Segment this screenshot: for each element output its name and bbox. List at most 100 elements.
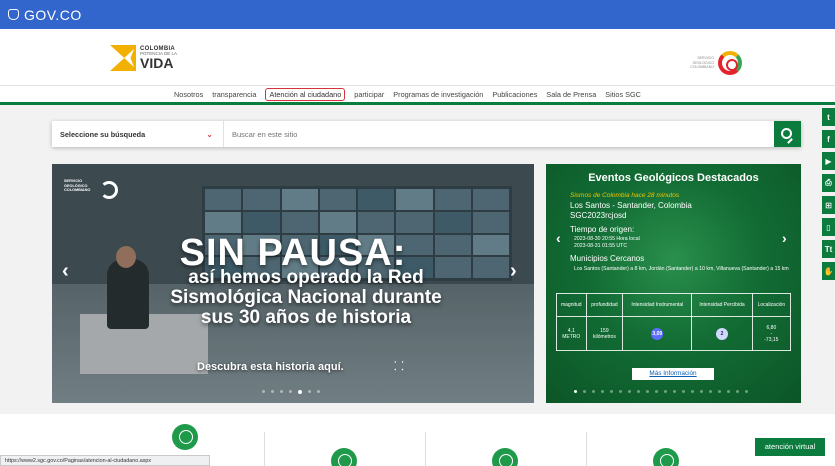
events-dot[interactable] [655,390,658,393]
events-dot[interactable] [583,390,586,393]
events-title: Eventos Geológicos Destacados [588,172,759,184]
social-bar: t f ▶ ⎙ ⊞ ▯ Tt ✋ [822,108,835,284]
print-icon[interactable]: ⎙ [822,174,835,192]
twitter-icon[interactable]: t [822,108,835,126]
event-table: magnitud profundidad Intensidad Instrume… [556,293,792,351]
table-header: Intensidad Instrumental [622,293,693,317]
hero-sgc-logo: SERVICIO GEOLÓGICO COLOMBIANO [64,179,120,199]
hero-dot[interactable] [317,390,320,393]
hero-dot[interactable] [271,390,274,393]
service-icon[interactable] [172,424,198,450]
hero-dot-active[interactable] [298,389,302,394]
document-icon[interactable]: ▯ [822,218,835,236]
nav-item-nosotros[interactable]: Nosotros [174,90,203,99]
hero-carousel[interactable]: SERVICIO GEOLÓGICO COLOMBIANO SIN PAUSA:… [52,164,534,403]
events-dot[interactable] [682,390,685,393]
hero-dot[interactable] [262,390,265,393]
table-header: Intensidad Percibida [691,293,753,317]
colombia-potencia-logo[interactable]: COLOMBIA POTENCIA DE LA VIDA [110,45,177,71]
hero-dot[interactable] [308,390,311,393]
sgc-logo[interactable]: SERVICIO GEOLÓGICO COLOMBIANO [682,51,742,75]
events-panel: Eventos Geológicos Destacados Sismos de … [546,164,801,403]
sitemap-icon[interactable]: ⊞ [822,196,835,214]
service-icon[interactable] [331,448,357,466]
events-dot[interactable] [601,390,604,393]
origin-time-local: 2023-08-30 20:55 Hora local [574,236,640,242]
colombia-logo-icon [110,45,136,71]
events-dot[interactable] [610,390,613,393]
events-dot[interactable] [619,390,622,393]
instrumental-cell: 3,09 [622,316,693,351]
search-button[interactable] [774,121,801,147]
depth-unit: kilómetros [593,333,616,340]
nav-item-transparencia[interactable]: transparencia [212,90,256,99]
events-dot[interactable] [628,390,631,393]
nearby-label: Municipios Cercanos [570,254,645,263]
search-input[interactable] [224,121,774,147]
magnitude-type: METRO [562,333,581,340]
service-icon[interactable] [653,448,679,466]
perceived-intensity-badge: 2 [715,327,728,340]
service-icon[interactable] [492,448,518,466]
hero-subtitle-line: Sismológica Nacional durante [170,287,442,309]
chevron-down-icon: ⌄ [206,129,213,139]
events-dot[interactable] [673,390,676,393]
gov-shield-icon [8,9,19,20]
youtube-icon[interactable]: ▶ [822,152,835,170]
events-dot[interactable] [736,390,739,393]
magnitude-cell: 4,1 METRO [556,316,587,351]
events-next-arrow[interactable]: › [782,230,787,246]
virtual-attention-button[interactable]: atención virtual [755,438,825,456]
nav-item-sala-prensa[interactable]: Sala de Prensa [546,90,596,99]
events-dot[interactable] [700,390,703,393]
events-dot[interactable] [709,390,712,393]
events-dot[interactable] [592,390,595,393]
events-dot[interactable] [745,390,748,393]
nearby-text: Los Santos (Santander) a 8 km, Jordán (S… [574,266,789,272]
nav-item-sitios-sgc[interactable]: Sitios SGC [605,90,641,99]
location-cell: 6,80 - -73,15 [751,316,792,351]
events-dot[interactable] [691,390,694,393]
hero-pagination [262,389,320,394]
search-category-select[interactable]: Seleccione su búsqueda ⌄ [52,121,224,147]
hero-prev-arrow[interactable]: ‹ [62,260,69,283]
longitude-value: -73,15 [764,336,779,343]
events-dot[interactable] [637,390,640,393]
nav-item-atencion-ciudadano[interactable]: Atención al ciudadano [265,87,346,101]
table-header: magnitud [556,293,587,317]
perceived-cell: 2 [691,316,753,351]
search-category-label: Seleccione su búsqueda [60,129,146,139]
gov-co-label[interactable]: GOV.CO [24,7,82,23]
hero-logo-text: SERVICIO GEOLÓGICO COLOMBIANO [64,179,91,193]
events-pagination [574,390,748,393]
events-dot-active[interactable] [574,390,577,393]
hero-dot[interactable] [289,390,292,393]
events-dot[interactable] [664,390,667,393]
text-size-icon[interactable]: Tt [822,240,835,258]
hero-cta-link[interactable]: Descubra esta historia aquí. [197,361,344,373]
hero-next-arrow[interactable]: › [510,260,517,283]
nav-item-publicaciones[interactable]: Publicaciones [492,90,537,99]
event-location: Los Santos - Santander, Colombia [570,201,692,210]
gov-co-bar[interactable]: GOV.CO [0,0,835,29]
nav-item-participar[interactable]: participar [354,90,384,99]
events-place: Los Santos - Santander, Colombia SGC2023… [570,201,692,221]
events-dot[interactable] [646,390,649,393]
facebook-icon[interactable]: f [822,130,835,148]
events-dot[interactable] [718,390,721,393]
depth-cell: 159 kilómetros [585,316,624,351]
main-nav: Nosotros transparencia Atención al ciuda… [0,85,835,105]
hero-swirl-icon [100,181,118,199]
divider [425,432,426,466]
hero-dot[interactable] [280,390,283,393]
events-prev-arrow[interactable]: ‹ [556,230,561,246]
more-info-button[interactable]: Más Información [632,368,714,380]
search-icon [781,127,792,139]
accessibility-icon[interactable]: ✋ [822,262,835,280]
search-bar: Seleccione su búsqueda ⌄ [52,121,801,147]
event-id: SGC2023rcjosd [570,211,627,220]
nav-item-programas[interactable]: Programas de investigación [393,90,483,99]
events-dot[interactable] [727,390,730,393]
page: GOV.CO COLOMBIA POTENCIA DE LA VIDA SERV… [0,0,835,466]
table-header: Localización [751,293,792,317]
